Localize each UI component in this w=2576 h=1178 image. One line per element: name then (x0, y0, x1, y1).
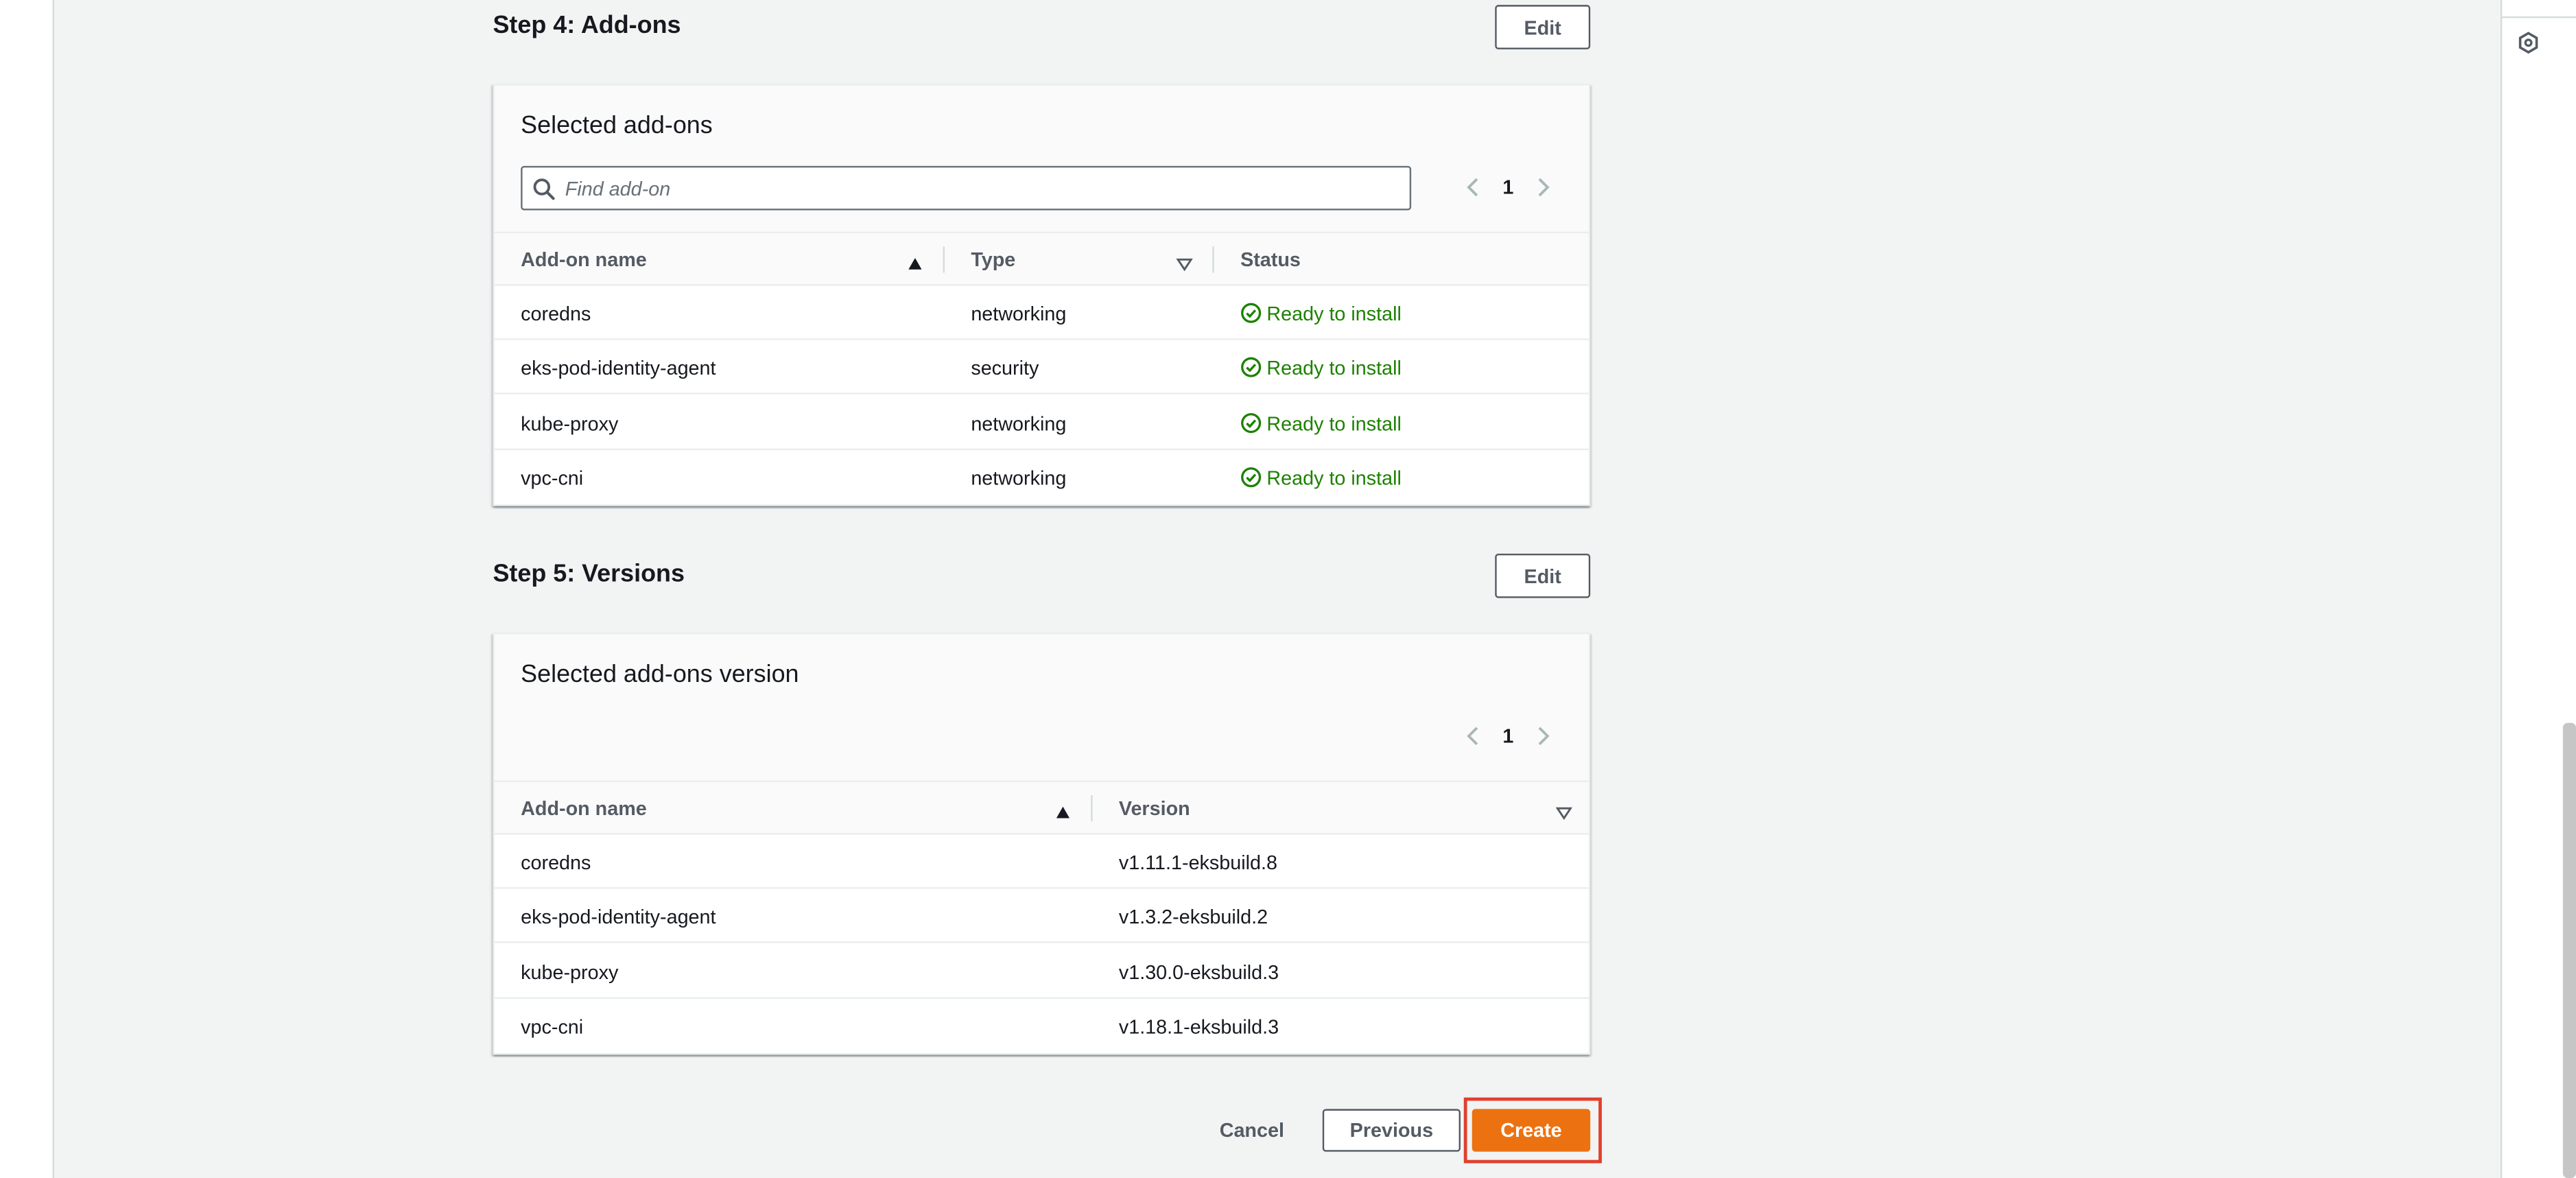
addon-name-cell: vpc-cni (521, 465, 584, 489)
addon-version-cell: v1.30.0-eksbuild.3 (1118, 960, 1279, 984)
status-cell: Ready to install (1240, 340, 1402, 394)
check-circle-icon (1241, 357, 1262, 377)
column-header-status: Status (1240, 247, 1301, 270)
addon-name-cell: kube-proxy (521, 411, 619, 435)
chevron-right-icon[interactable] (1530, 723, 1556, 749)
scrollbar-thumb[interactable] (2562, 722, 2576, 1178)
addon-name-cell: vpc-cni (521, 1014, 584, 1038)
step5-title: Step 5: Versions (493, 560, 685, 589)
check-circle-icon (1241, 303, 1262, 323)
find-addon-search[interactable] (521, 165, 1412, 211)
current-page[interactable]: 1 (1497, 176, 1520, 199)
check-circle-icon (1241, 467, 1262, 488)
step5-edit-button[interactable]: Edit (1495, 554, 1591, 598)
current-page[interactable]: 1 (1497, 725, 1520, 748)
addons-card: Selected add-ons 1 Add-on name (493, 84, 1591, 506)
table-row: vpc-cni v1.18.1-eksbuild.3 (494, 998, 1589, 1054)
addon-name-cell: kube-proxy (521, 960, 619, 984)
addon-version-cell: v1.3.2-eksbuild.2 (1118, 904, 1268, 928)
addon-version-cell: v1.11.1-eksbuild.8 (1118, 850, 1277, 873)
addons-card-title: Selected add-ons (521, 111, 713, 140)
column-header-version[interactable]: Version (1119, 782, 1190, 833)
left-navigation-rail (0, 0, 55, 1178)
versions-table-header: Add-on name Version (494, 780, 1589, 835)
previous-button[interactable]: Previous (1322, 1109, 1461, 1152)
check-circle-icon (1241, 413, 1262, 434)
versions-card-header: Selected add-ons version 1 (494, 634, 1589, 781)
rail-divider (2502, 16, 2576, 19)
cancel-button[interactable]: Cancel (1204, 1109, 1299, 1151)
table-row: vpc-cni networking Ready to install (494, 450, 1589, 505)
status-cell: Ready to install (1240, 286, 1402, 340)
addon-name-cell: coredns (521, 850, 591, 873)
status-text: Ready to install (1266, 301, 1402, 325)
status-text: Ready to install (1266, 355, 1402, 379)
column-header-addon-name[interactable]: Add-on name (521, 233, 647, 284)
addon-type-cell: networking (971, 301, 1067, 325)
column-header-addon-name[interactable]: Add-on name (521, 782, 647, 833)
search-icon (532, 178, 556, 201)
addons-card-header: Selected add-ons 1 (494, 85, 1589, 232)
table-row: coredns networking Ready to install (494, 285, 1589, 340)
addon-version-cell: v1.18.1-eksbuild.3 (1118, 1014, 1279, 1038)
sort-ascending-icon[interactable] (907, 251, 923, 270)
addon-name-cell: coredns (521, 301, 591, 325)
versions-pagination: 1 (1461, 723, 1556, 749)
right-tools-rail (2500, 0, 2576, 1178)
versions-card-title: Selected add-ons version (521, 660, 799, 689)
column-divider[interactable] (943, 246, 945, 273)
addon-type-cell: networking (971, 465, 1067, 489)
step4-title: Step 4: Add-ons (493, 11, 681, 40)
addon-type-cell: security (971, 355, 1039, 379)
table-row: coredns v1.11.1-eksbuild.8 (494, 834, 1589, 889)
chevron-left-icon[interactable] (1461, 723, 1487, 749)
status-text: Ready to install (1266, 411, 1402, 435)
column-header-type[interactable]: Type (971, 233, 1015, 284)
addons-table-header: Add-on name Type Status (494, 231, 1589, 286)
column-divider[interactable] (1212, 246, 1214, 273)
find-addon-input[interactable] (565, 169, 1387, 207)
addon-name-cell: eks-pod-identity-agent (521, 355, 716, 379)
sort-ascending-icon[interactable] (1054, 800, 1071, 818)
create-button[interactable]: Create (1472, 1109, 1591, 1152)
table-row: kube-proxy networking Ready to install (494, 396, 1589, 451)
sort-unsorted-icon[interactable] (1555, 800, 1573, 821)
table-row: eks-pod-identity-agent security Ready to… (494, 340, 1589, 394)
versions-card: Selected add-ons version 1 Add-on name V… (493, 632, 1591, 1055)
status-cell: Ready to install (1240, 396, 1402, 450)
hexagon-settings-icon[interactable] (2517, 31, 2540, 54)
status-text: Ready to install (1266, 465, 1402, 489)
addon-name-cell: eks-pod-identity-agent (521, 904, 716, 928)
addons-pagination: 1 (1461, 174, 1556, 200)
chevron-right-icon[interactable] (1530, 174, 1556, 200)
column-divider[interactable] (1091, 795, 1093, 822)
addon-type-cell: networking (971, 411, 1067, 435)
chevron-left-icon[interactable] (1461, 174, 1487, 200)
step4-edit-button[interactable]: Edit (1495, 5, 1591, 49)
table-row: kube-proxy v1.30.0-eksbuild.3 (494, 944, 1589, 999)
status-cell: Ready to install (1240, 450, 1402, 504)
table-row: eks-pod-identity-agent v1.3.2-eksbuild.2 (494, 888, 1589, 943)
sort-unsorted-icon[interactable] (1176, 251, 1193, 272)
page: Step 4: Add-ons Edit Selected add-ons 1 (0, 0, 2576, 1178)
